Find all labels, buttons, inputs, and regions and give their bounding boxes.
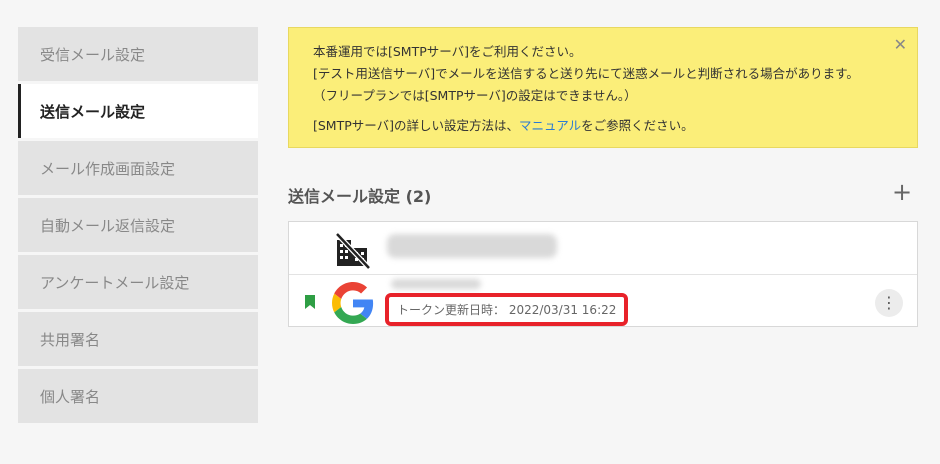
notice-text: をご参照ください。 (581, 118, 694, 133)
sidebar-item-auto-reply[interactable]: 自動メール返信設定 (18, 198, 258, 252)
sidebar-item-personal-signature[interactable]: 個人署名 (18, 369, 258, 423)
token-updated-time: トークン更新日時： 2022/03/31 16:22 (385, 293, 629, 326)
list-item[interactable] (289, 222, 917, 274)
sending-account-list: トークン更新日時： 2022/03/31 16:22 ⋮ (288, 221, 918, 327)
notice-line: [SMTPサーバ]の詳しい設定方法は、マニュアルをご参照ください。 (313, 115, 893, 137)
sidebar-item-outgoing-mail[interactable]: 送信メール設定 (18, 84, 258, 138)
sidebar-item-survey-mail[interactable]: アンケートメール設定 (18, 255, 258, 309)
google-icon (332, 282, 374, 324)
list-item[interactable]: トークン更新日時： 2022/03/31 16:22 ⋮ (289, 274, 917, 327)
redacted-address (391, 279, 481, 289)
plus-icon[interactable]: + (892, 178, 912, 206)
smtp-notice-banner: 本番運用では[SMTPサーバ]をご利用ください。 [テスト用送信サーバ]でメール… (288, 27, 918, 148)
domain-disabled-icon (335, 232, 371, 270)
notice-line: （フリープランでは[SMTPサーバ]の設定はできません。） (313, 88, 637, 103)
section-title: 送信メール設定 (2) (288, 187, 432, 206)
sidebar-item-incoming-mail[interactable]: 受信メール設定 (18, 27, 258, 81)
close-icon[interactable]: ✕ (894, 34, 907, 56)
manual-link[interactable]: マニュアル (519, 118, 581, 133)
more-options-icon[interactable]: ⋮ (875, 289, 903, 317)
notice-line: 本番運用では[SMTPサーバ]をご利用ください。 (313, 44, 582, 59)
sidebar-item-shared-signature[interactable]: 共用署名 (18, 312, 258, 366)
notice-text: [SMTPサーバ]の詳しい設定方法は、 (313, 118, 520, 133)
redacted-address (387, 234, 557, 258)
notice-line: [テスト用送信サーバ]でメールを送信すると送り先にて迷惑メールと判断される場合が… (313, 66, 859, 81)
sidebar-item-compose-screen[interactable]: メール作成画面設定 (18, 141, 258, 195)
bookmark-icon (305, 295, 315, 309)
settings-sidebar: 受信メール設定 送信メール設定 メール作成画面設定 自動メール返信設定 アンケー… (18, 27, 258, 426)
